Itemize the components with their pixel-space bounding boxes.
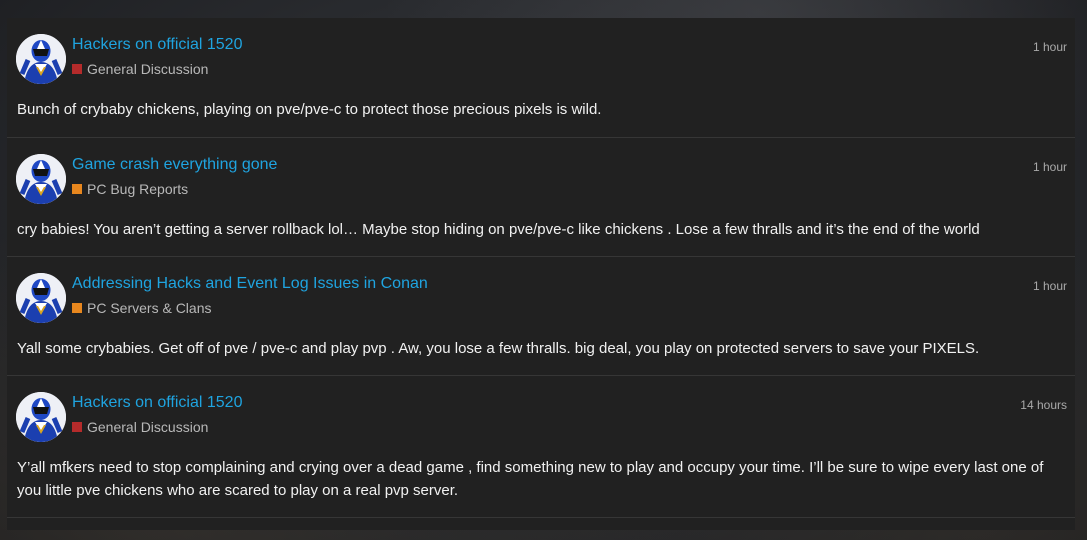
category-color-swatch	[72, 64, 82, 74]
post-excerpt: Yall some crybabies. Get off of pve / pv…	[17, 340, 980, 357]
category-label: PC Servers & Clans	[87, 300, 212, 316]
user-avatar[interactable]	[16, 273, 66, 323]
user-avatar[interactable]	[16, 154, 66, 204]
post-time[interactable]: 1 hour	[1033, 279, 1067, 293]
post-excerpt: Y’all mfkers need to stop complaining an…	[17, 459, 1044, 499]
post-item: Game crash everything gone PC Bug Report…	[7, 138, 1075, 257]
category-label: PC Bug Reports	[87, 181, 189, 197]
post-time[interactable]: 1 hour	[1033, 40, 1067, 54]
category-badge[interactable]: PC Servers & Clans	[72, 300, 211, 316]
topic-title-link[interactable]: Hackers on official 1520	[72, 36, 242, 54]
user-avatar[interactable]	[16, 34, 66, 84]
post-item: Addressing Hacks and Event Log Issues in…	[7, 257, 1075, 376]
user-avatar[interactable]	[16, 392, 66, 442]
category-badge[interactable]: General Discussion	[72, 419, 208, 435]
category-color-swatch	[72, 422, 82, 432]
post-excerpt: cry babies! You aren’t getting a server …	[17, 221, 980, 238]
topic-title-link[interactable]: Hackers on official 1520	[72, 394, 242, 412]
post-item: Hackers on official 1520 General Discuss…	[7, 18, 1075, 138]
post-time[interactable]: 14 hours	[1020, 398, 1067, 412]
category-label: General Discussion	[87, 61, 209, 77]
post-time[interactable]: 1 hour	[1033, 160, 1067, 174]
activity-feed: Hackers on official 1520 General Discuss…	[7, 18, 1075, 530]
category-badge[interactable]: PC Bug Reports	[72, 181, 188, 197]
category-label: General Discussion	[87, 419, 209, 435]
category-color-swatch	[72, 303, 82, 313]
topic-title-link[interactable]: Addressing Hacks and Event Log Issues in…	[72, 275, 428, 293]
category-badge[interactable]: General Discussion	[72, 61, 208, 77]
category-color-swatch	[72, 184, 82, 194]
post-excerpt: Bunch of crybaby chickens, playing on pv…	[17, 101, 602, 118]
topic-title-link[interactable]: Game crash everything gone	[72, 156, 277, 174]
post-item: Hackers on official 1520 General Discuss…	[7, 376, 1075, 518]
